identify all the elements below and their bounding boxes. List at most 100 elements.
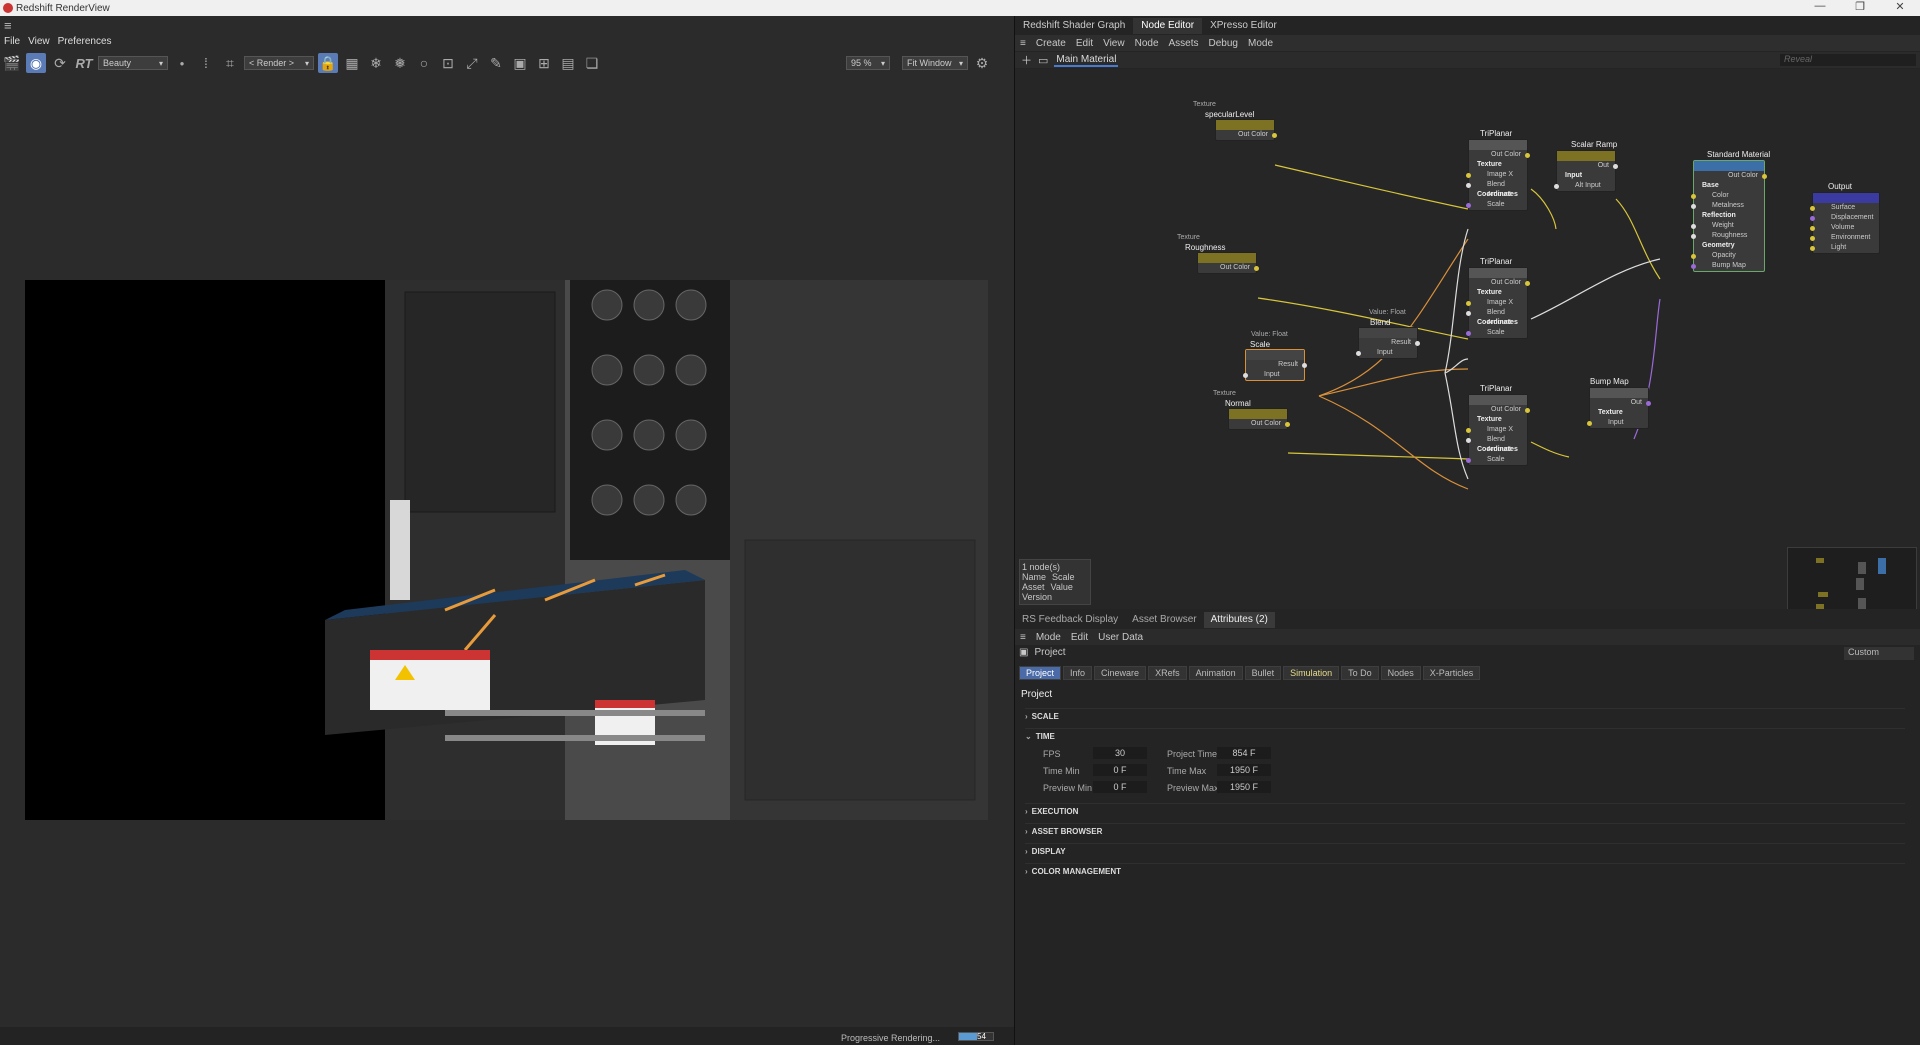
group-coordinates[interactable]: Coordinates <box>1469 318 1527 328</box>
hamburger-menu-icon[interactable]: ≡ <box>4 18 12 33</box>
port-image-x[interactable]: Image X <box>1466 170 1527 180</box>
port-opacity[interactable]: Opacity <box>1691 251 1764 261</box>
node-texture-roughness[interactable]: Out Color <box>1197 252 1259 274</box>
port-color[interactable]: Color <box>1691 191 1764 201</box>
port-result[interactable]: Result <box>1359 338 1420 348</box>
port-out-color[interactable]: Out Color <box>1694 171 1767 181</box>
port-scale[interactable]: Scale <box>1466 328 1527 338</box>
project-time-field[interactable]: 854 F <box>1217 747 1271 759</box>
close-icon[interactable]: ✕ <box>1880 0 1920 13</box>
menu-debug[interactable]: Debug <box>1204 38 1243 49</box>
port-scale[interactable]: Scale <box>1466 455 1527 465</box>
menu-create[interactable]: Create <box>1031 38 1071 49</box>
attr-menu-edit[interactable]: Edit <box>1066 632 1093 643</box>
port-weight[interactable]: Weight <box>1691 221 1764 231</box>
port-out-color[interactable]: Out Color <box>1469 278 1530 288</box>
port-image-x[interactable]: Image X <box>1466 298 1527 308</box>
node-value-scale[interactable]: Result Input <box>1243 349 1307 381</box>
group-geometry[interactable]: Geometry <box>1694 241 1764 251</box>
group-coordinates[interactable]: Coordinates <box>1469 445 1527 455</box>
minimize-icon[interactable]: — <box>1800 0 1840 13</box>
ptab-cineware[interactable]: Cineware <box>1094 666 1147 680</box>
section-display[interactable]: DISPLAY <box>1025 843 1905 856</box>
rgb-icon[interactable]: ● <box>172 53 192 73</box>
port-out-color[interactable]: Out Color <box>1469 405 1530 415</box>
fps-field[interactable]: 30 <box>1093 747 1147 759</box>
section-color-management[interactable]: COLOR MANAGEMENT <box>1025 863 1905 876</box>
ptab-nodes[interactable]: Nodes <box>1380 666 1421 680</box>
refresh-icon[interactable]: ⟳ <box>50 53 70 73</box>
port-out-color[interactable]: Out Color <box>1229 419 1290 429</box>
ptab-bullet[interactable]: Bullet <box>1244 666 1282 680</box>
tag-icon[interactable]: ▭ <box>1038 54 1048 67</box>
add-icon[interactable]: ＋ <box>1021 52 1032 68</box>
fit-dropdown[interactable]: Fit Window <box>902 56 968 70</box>
node-graph-canvas[interactable]: Texture specularLevel Out Color Texture … <box>1015 69 1920 609</box>
group-texture[interactable]: Texture <box>1590 408 1648 418</box>
port-light[interactable]: Light <box>1810 243 1879 253</box>
menu-assets[interactable]: Assets <box>1164 38 1204 49</box>
port-out-color[interactable]: Out Color <box>1198 263 1259 273</box>
clapper-icon[interactable]: 🎬 <box>2 53 22 73</box>
time-min-field[interactable]: 0 F <box>1093 764 1147 776</box>
ptab-info[interactable]: Info <box>1063 666 1093 680</box>
preview-min-field[interactable]: 0 F <box>1093 781 1147 793</box>
zoom-field[interactable]: 95 % <box>846 56 890 70</box>
section-execution[interactable]: EXECUTION <box>1025 803 1905 816</box>
ptab-project[interactable]: Project <box>1019 666 1062 680</box>
preview-max-field[interactable]: 1950 F <box>1217 781 1271 793</box>
edit-image-icon[interactable]: ✎ <box>486 53 506 73</box>
expand-icon[interactable]: ⤢ <box>462 53 482 73</box>
attr-menu-user-data[interactable]: User Data <box>1093 632 1148 643</box>
maximize-icon[interactable]: ❐ <box>1840 0 1880 13</box>
snapshot-icon[interactable]: ▤ <box>558 53 578 73</box>
node-texture-normal[interactable]: Out Color <box>1228 408 1290 430</box>
focus-icon[interactable]: ⊡ <box>438 53 458 73</box>
port-bump-map[interactable]: Bump Map <box>1691 261 1764 271</box>
render-toggle-icon[interactable]: ◉ <box>26 53 46 73</box>
render-target-dropdown[interactable]: < Render > <box>244 56 314 70</box>
section-asset-browser[interactable]: ASSET BROWSER <box>1025 823 1905 836</box>
rt-icon[interactable]: RT <box>74 53 94 73</box>
attr-menu-mode[interactable]: Mode <box>1031 632 1066 643</box>
ptab-simulation[interactable]: Simulation <box>1283 666 1340 680</box>
port-blend-amount[interactable]: Blend Amount <box>1466 180 1527 198</box>
attr-hamburger-icon[interactable]: ≡ <box>1015 632 1031 643</box>
node-bump-map[interactable]: Out Texture Input <box>1587 387 1651 429</box>
menu-file[interactable]: File <box>0 36 24 50</box>
node-standard-material[interactable]: Out Color Base Color Metalness Reflectio… <box>1691 160 1767 272</box>
port-out-color[interactable]: Out Color <box>1216 130 1277 140</box>
port-surface[interactable]: Surface <box>1810 203 1879 213</box>
ptab-animation[interactable]: Animation <box>1188 666 1243 680</box>
crop-icon[interactable]: ⌗ <box>220 53 240 73</box>
tab-node-editor[interactable]: Node Editor <box>1133 18 1203 34</box>
ptab-x-particles[interactable]: X-Particles <box>1422 666 1481 680</box>
port-input[interactable]: Input <box>1356 348 1417 358</box>
breadcrumb-main-material[interactable]: Main Material <box>1054 54 1119 67</box>
group-texture[interactable]: Texture <box>1469 288 1527 298</box>
node-output[interactable]: Surface Displacement Volume Environment … <box>1810 192 1880 254</box>
port-out[interactable]: Out <box>1590 398 1651 408</box>
add-image-icon[interactable]: ⊞ <box>534 53 554 73</box>
ptab-to-do[interactable]: To Do <box>1341 666 1379 680</box>
port-blend-amount[interactable]: Blend Amount <box>1466 435 1527 453</box>
port-out[interactable]: Out <box>1557 161 1618 171</box>
snowflake-icon[interactable]: ❄ <box>366 53 386 73</box>
menu-view[interactable]: View <box>24 36 54 50</box>
node-triplanar-2[interactable]: Out Color Texture Image X Blend Amount C… <box>1466 267 1530 339</box>
node-texture-specular[interactable]: Out Color <box>1215 119 1277 141</box>
node-value-blend[interactable]: Result Input <box>1356 327 1420 359</box>
menu-edit[interactable]: Edit <box>1071 38 1098 49</box>
port-blend-amount[interactable]: Blend Amount <box>1466 308 1527 326</box>
gear-icon[interactable]: ⚙ <box>972 53 992 73</box>
port-scale[interactable]: Scale <box>1466 200 1527 210</box>
port-displacement[interactable]: Displacement <box>1810 213 1879 223</box>
dots-grid-icon[interactable]: ⁞ <box>196 53 216 73</box>
tab-attributes[interactable]: Attributes (2) <box>1203 612 1275 628</box>
group-texture[interactable]: Texture <box>1469 415 1527 425</box>
render-viewport[interactable] <box>25 280 988 820</box>
snowflake-alt-icon[interactable]: ❅ <box>390 53 410 73</box>
port-metalness[interactable]: Metalness <box>1691 201 1764 211</box>
ptab-xrefs[interactable]: XRefs <box>1148 666 1187 680</box>
node-scalar-ramp[interactable]: Out Input Alt Input <box>1554 150 1618 192</box>
